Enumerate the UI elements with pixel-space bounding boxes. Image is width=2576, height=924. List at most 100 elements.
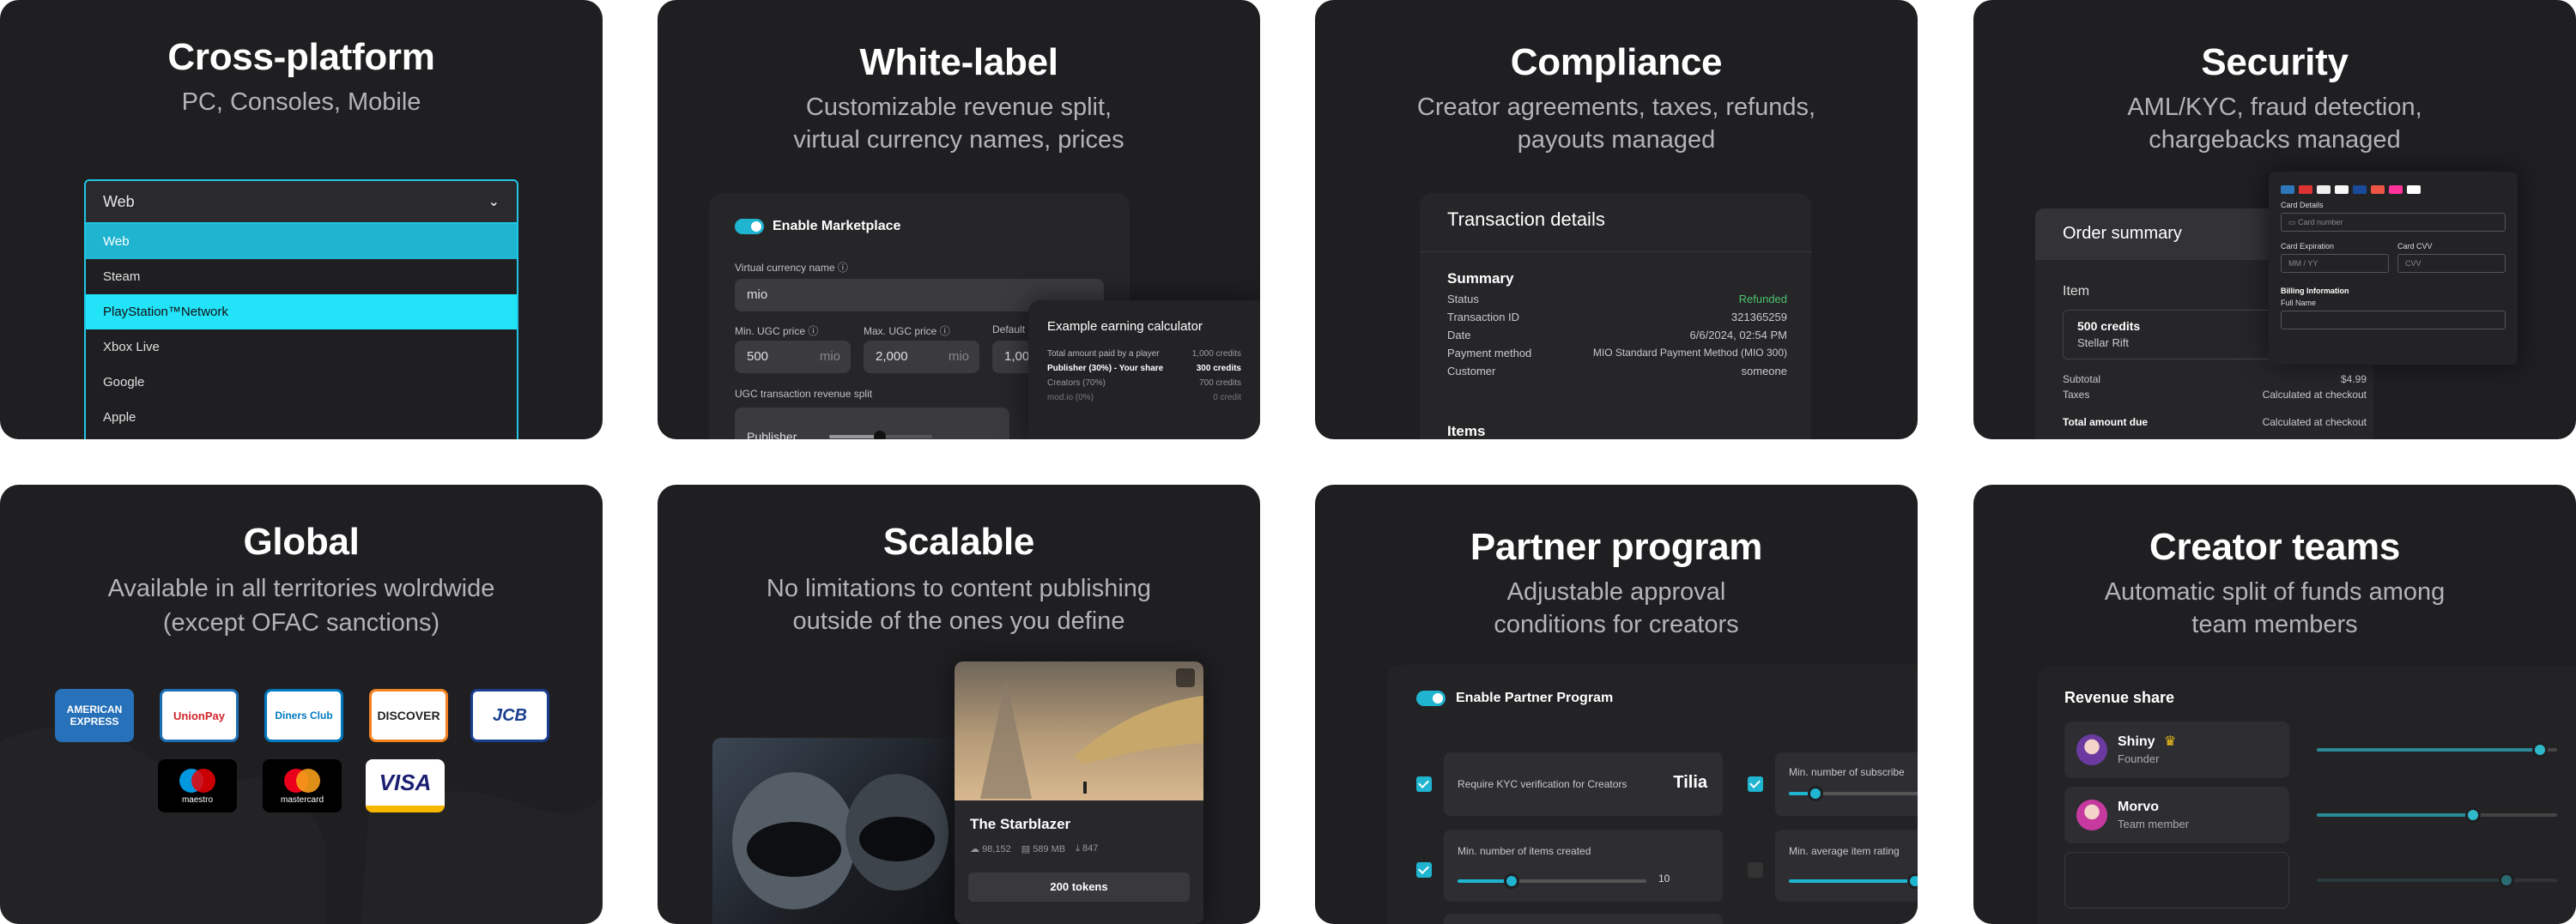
min-items-label: Min. number of items created	[1458, 845, 1591, 857]
calc-row-label: Publisher (30%) - Your share	[1047, 364, 1164, 373]
min-items-slider[interactable]	[1458, 873, 1646, 889]
calc-row-label: Total amount paid by a player	[1047, 349, 1160, 359]
share-slider-empty[interactable]	[2317, 873, 2557, 888]
default-price-label: Default	[992, 323, 1026, 335]
card-subtitle-line-2: chargebacks managed	[2149, 126, 2401, 154]
option-google[interactable]: Google	[86, 365, 517, 400]
transaction-details-panel: Transaction details Summary Status Refund…	[1420, 193, 1811, 439]
split-row: Publisher	[735, 408, 1009, 439]
soldier-helmet-image	[732, 772, 949, 909]
max-price-input[interactable]: 2,000 mio	[864, 341, 979, 373]
option-web[interactable]: Web	[86, 224, 517, 259]
card-subtitle-line-1: Automatic split of funds among	[2104, 578, 2446, 606]
billing-label: Billing Information	[2281, 287, 2349, 295]
min-subs-slider[interactable]	[1789, 786, 1918, 801]
card-subtitle-line-2: outside of the ones you define	[792, 607, 1125, 635]
marketplace-toggle[interactable]	[735, 219, 764, 234]
card-title: Partner program	[1470, 526, 1763, 568]
items-heading: Items	[1447, 423, 1486, 439]
publisher-split-slider[interactable]	[829, 431, 932, 439]
info-icon: ⓘ	[837, 262, 848, 274]
avatar	[2076, 800, 2107, 830]
full-name-input[interactable]	[2281, 311, 2506, 329]
card-title: Security	[2201, 41, 2349, 83]
card-compliance: Compliance Creator agreements, taxes, re…	[1315, 0, 1918, 439]
card-icon	[2299, 185, 2312, 194]
min-items-checkbox[interactable]	[1416, 862, 1432, 878]
calc-row-label: Creators (70%)	[1047, 378, 1106, 388]
min-price-unit: mio	[819, 349, 840, 364]
card-cvv-input[interactable]: CVV	[2397, 254, 2506, 273]
detail-value: someone	[1741, 365, 1787, 377]
publisher-label: Publisher	[747, 430, 797, 439]
kyc-option: Require KYC verification for Creators Ti…	[1444, 752, 1723, 816]
kyc-checkbox[interactable]	[1416, 776, 1432, 792]
panel-title: Revenue share	[2064, 689, 2175, 706]
mod-cover-image	[955, 661, 1203, 800]
order-item: 500 credits Stellar Rift	[2063, 310, 2286, 359]
share-slider-morvo[interactable]	[2317, 807, 2557, 823]
card-number-placeholder: Card number	[2298, 218, 2343, 226]
total-value: Calculated at checkout	[2262, 416, 2367, 428]
card-title: Global	[243, 521, 360, 563]
detail-label: Date	[1447, 329, 1471, 341]
member-role: Founder	[2118, 752, 2160, 765]
divider	[1420, 251, 1811, 252]
option-apple[interactable]: Apple	[86, 400, 517, 435]
card-icon	[2317, 185, 2331, 194]
subscribers-count: 847	[1082, 843, 1099, 854]
chevron-down-icon: ⌄	[488, 195, 500, 209]
card-subtitle: PC, Consoles, Mobile	[181, 88, 421, 116]
card-icon	[2407, 185, 2421, 194]
card-subtitle-line-1: Creator agreements, taxes, refunds,	[1416, 94, 1816, 121]
downloads-icon: ☁	[970, 844, 979, 855]
platform-options-list: Web Steam PlayStation™Network Xbox Live …	[84, 224, 518, 439]
min-rating-slider[interactable]	[1789, 873, 1918, 889]
platform-dropdown[interactable]: Web ⌄	[84, 179, 518, 224]
card-icon	[2371, 185, 2385, 194]
toggle-label: Enable Marketplace	[773, 219, 901, 233]
option-playstation[interactable]: PlayStation™Network	[86, 294, 517, 329]
member-row-empty	[2064, 852, 2289, 909]
min-price-input[interactable]: 500 mio	[735, 341, 851, 373]
panel-title: Transaction details	[1447, 208, 1605, 230]
card-exp-input[interactable]: MM / YY	[2281, 254, 2389, 273]
dropdown-value: Web	[103, 192, 135, 210]
mod-card-starblazer[interactable]: The Starblazer ☁ 98,152 ▤ 589 MB ⤓ 847 2…	[955, 661, 1203, 924]
detail-value: MIO Standard Payment Method (MIO 300)	[1592, 347, 1787, 359]
member-role: Team member	[2118, 818, 2190, 830]
jcb-logo: JCB	[470, 689, 549, 742]
detail-label: Customer	[1447, 365, 1496, 377]
card-subtitle-line-1: AML/KYC, fraud detection,	[2127, 94, 2422, 121]
option-steam[interactable]: Steam	[86, 259, 517, 294]
card-details-label: Card Details	[2281, 201, 2324, 209]
total-label: Total amount due	[2063, 416, 2149, 428]
min-rating-checkbox[interactable]	[1748, 862, 1763, 878]
option-xbox[interactable]: Xbox Live	[86, 329, 517, 365]
min-rating-label: Min. average item rating	[1789, 845, 1900, 857]
partner-program-toggle[interactable]	[1416, 691, 1446, 706]
calc-row-value: 700 credits	[1199, 378, 1241, 388]
card-subtitle-line-1: Available in all territories wolrdwide	[107, 575, 495, 602]
min-price-value: 500	[747, 349, 769, 364]
card-cross-platform: Cross-platform PC, Consoles, Mobile Web …	[0, 0, 603, 439]
card-subtitle-line-2: team members	[2191, 611, 2358, 638]
card-icon	[2389, 185, 2403, 194]
min-subs-checkbox[interactable]	[1748, 776, 1763, 792]
subtotal-value: $4.99	[2340, 373, 2367, 385]
mod-thumbnail-soldiers[interactable]	[712, 738, 970, 924]
bookmark-icon[interactable]	[1176, 668, 1195, 687]
card-subtitle-line-2: (except OFAC sanctions)	[162, 609, 440, 637]
card-global: Global Available in all territories wolr…	[0, 485, 603, 924]
member-name: Shiny	[2118, 734, 2155, 749]
card-number-input[interactable]: ▭ Card number	[2281, 213, 2506, 232]
detail-value: 321365259	[1730, 311, 1787, 323]
price-button[interactable]: 200 tokens	[968, 873, 1190, 902]
member-row-morvo: Morvo Team member	[2064, 787, 2289, 843]
share-slider-shiny[interactable]	[2317, 742, 2557, 758]
mastercard-circles-icon	[284, 768, 320, 793]
card-cvv-label: Card CVV	[2397, 242, 2433, 251]
amex-logo: AMERICAN EXPRESS	[55, 689, 134, 742]
detail-value: 6/6/2024, 02:54 PM	[1689, 329, 1787, 341]
avatar	[2076, 734, 2107, 765]
